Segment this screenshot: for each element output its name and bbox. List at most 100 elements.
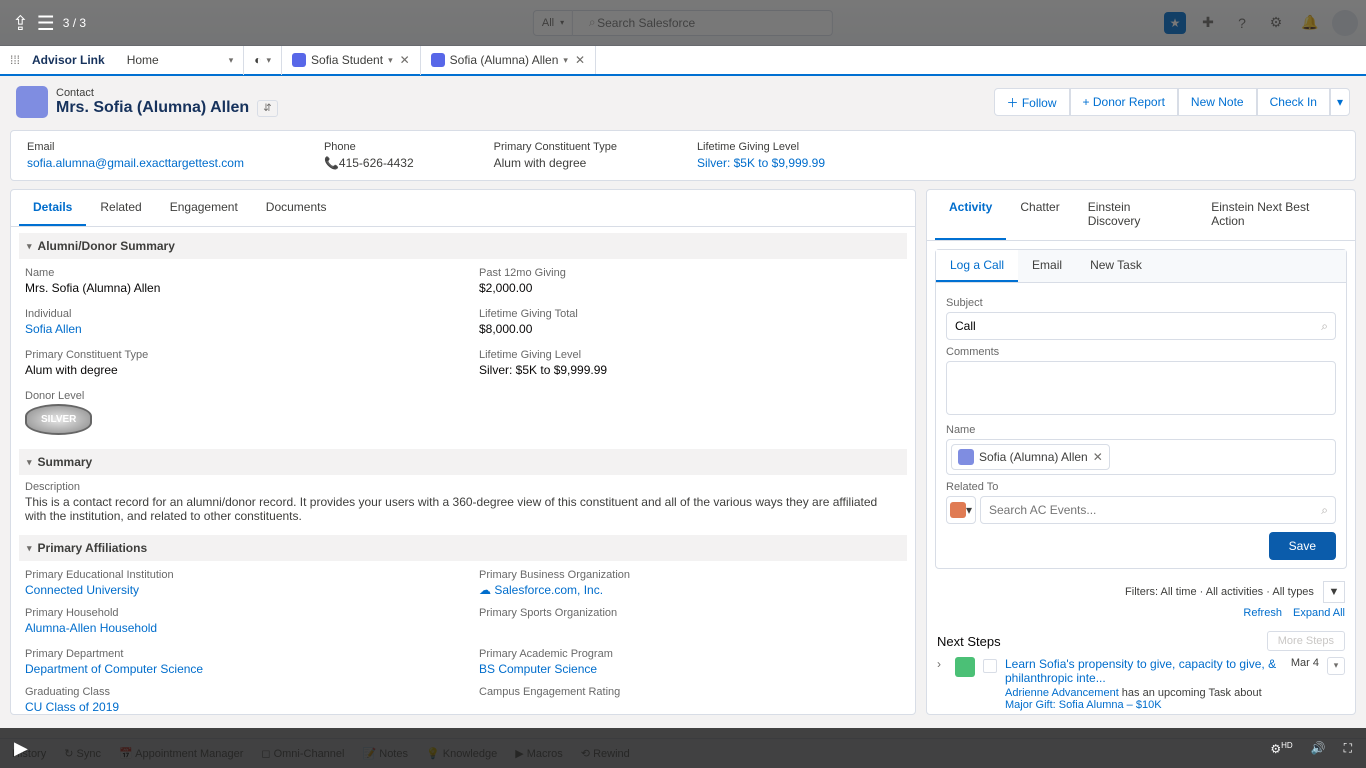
composer-tab-new-task[interactable]: New Task xyxy=(1076,250,1156,282)
user-avatar[interactable] xyxy=(1332,10,1358,36)
nav-tab-home[interactable]: Home ▾ xyxy=(117,45,245,75)
pct-value: Alum with degree xyxy=(494,156,587,170)
contact-icon xyxy=(292,53,306,67)
expand-icon[interactable]: › xyxy=(937,657,947,711)
hierarchy-icon[interactable]: ⇵ xyxy=(257,100,277,117)
tab-related[interactable]: Related xyxy=(86,190,155,226)
more-steps-button[interactable]: More Steps xyxy=(1267,631,1345,651)
add-icon[interactable]: ✚ xyxy=(1196,11,1220,35)
related-to-label: Related To xyxy=(946,481,1336,493)
phone-value[interactable]: 📞415-626-4432 xyxy=(324,156,414,170)
fullscreen-icon[interactable]: ⛶ xyxy=(1344,741,1352,756)
global-search-input[interactable] xyxy=(573,10,833,36)
volume-icon[interactable]: 🔊 xyxy=(1311,741,1326,755)
save-button[interactable]: Save xyxy=(1269,532,1336,560)
global-header: All ⌕ ★ ✚ ? ⚙ 🔔 xyxy=(0,0,1366,46)
field-value: Alum with degree xyxy=(25,363,447,380)
nav-tab-sofia-student[interactable]: Sofia Student▾✕ xyxy=(282,45,421,75)
field-value: Silver: $5K to $9,999.99 xyxy=(479,363,901,380)
tab-activity[interactable]: Activity xyxy=(935,190,1006,240)
field-link[interactable]: BS Computer Science xyxy=(479,662,597,676)
search-icon: ⌕ xyxy=(589,15,596,30)
section-header[interactable]: Primary Affiliations xyxy=(19,535,907,561)
field-value: $8,000.00 xyxy=(479,322,901,339)
new-note-button[interactable]: New Note xyxy=(1178,88,1257,116)
field-value: Mrs. Sofia (Alumna) Allen xyxy=(25,281,447,298)
comments-label: Comments xyxy=(946,346,1336,358)
lgl-link[interactable]: Silver: $5K to $9,999.99 xyxy=(697,156,825,170)
chevron-down-icon[interactable]: ▾ xyxy=(229,55,234,66)
field-value xyxy=(479,621,901,638)
tab-einstein-discovery[interactable]: Einstein Discovery xyxy=(1074,190,1198,240)
close-icon[interactable]: ✕ xyxy=(575,53,585,67)
contact-icon xyxy=(431,53,445,67)
field-link[interactable]: Sofia Allen xyxy=(25,322,82,336)
expand-all-link[interactable]: Expand All xyxy=(1293,607,1345,619)
donor-report-button[interactable]: + Donor Report xyxy=(1070,88,1178,116)
tab-documents[interactable]: Documents xyxy=(252,190,341,226)
tab-engagement[interactable]: Engagement xyxy=(156,190,252,226)
field-link[interactable]: Alumna-Allen Household xyxy=(25,621,157,635)
composer-tab-email[interactable]: Email xyxy=(1018,250,1076,282)
section-header[interactable]: Alumni/Donor Summary xyxy=(19,233,907,259)
remove-pill-icon[interactable]: ✕ xyxy=(1093,450,1103,464)
record-header: Contact Mrs. Sofia (Alumna) Allen ⇵ ＋ Fo… xyxy=(0,76,1366,126)
task-checkbox[interactable] xyxy=(983,659,997,673)
timeline-item: › Learn Sofia's propensity to give, capa… xyxy=(927,653,1355,714)
close-icon[interactable]: ✕ xyxy=(400,53,410,67)
next-steps-label: Next Steps xyxy=(937,634,1001,649)
timeline-date: Mar 4 xyxy=(1291,657,1319,711)
setup-gear-icon[interactable]: ⚙ xyxy=(1264,11,1288,35)
refresh-link[interactable]: Refresh xyxy=(1243,607,1282,619)
highlights-panel: Emailsofia.alumna@gmail.exacttargettest.… xyxy=(10,130,1356,181)
settings-icon[interactable]: ⚙HD xyxy=(1270,741,1292,756)
field-value xyxy=(479,700,901,714)
detail-tabset: Details Related Engagement Documents xyxy=(11,190,915,227)
comments-input[interactable] xyxy=(946,361,1336,415)
donor-level-badge: SILVER xyxy=(25,404,92,435)
subject-label: Subject xyxy=(946,297,1336,309)
filter-icon[interactable]: ▼ xyxy=(1323,581,1345,603)
description-text: This is a contact record for an alumni/d… xyxy=(25,495,901,523)
activity-tabset: Activity Chatter Einstein Discovery Eins… xyxy=(927,190,1355,241)
app-launcher-icon[interactable]: ⁞⁞⁞ xyxy=(0,53,30,67)
contact-icon xyxy=(16,86,48,118)
event-icon xyxy=(950,502,966,518)
app-name: Advisor Link xyxy=(30,53,117,67)
field-link[interactable]: CU Class of 2019 xyxy=(25,700,119,714)
nav-tab-split[interactable]: ◐▾ xyxy=(244,45,282,75)
related-to-input[interactable] xyxy=(980,496,1336,524)
timeline-menu-button[interactable]: ▾ xyxy=(1327,657,1345,675)
search-icon[interactable]: ⌕ xyxy=(1321,503,1328,518)
section-header[interactable]: Summary xyxy=(19,449,907,475)
play-icon[interactable]: ▶ xyxy=(14,738,28,759)
related-object-picker[interactable]: ▾ xyxy=(946,496,976,524)
tab-chatter[interactable]: Chatter xyxy=(1006,190,1073,240)
check-in-button[interactable]: Check In xyxy=(1257,88,1330,116)
email-link[interactable]: sofia.alumna@gmail.exacttargettest.com xyxy=(27,156,244,170)
object-label: Contact xyxy=(56,87,278,99)
field-link[interactable]: Connected University xyxy=(25,583,139,597)
task-icon xyxy=(955,657,975,677)
composer-tab-log-call[interactable]: Log a Call xyxy=(936,250,1018,282)
tab-einstein-nba[interactable]: Einstein Next Best Action xyxy=(1197,190,1355,240)
field-value: $2,000.00 xyxy=(479,281,901,298)
search-icon[interactable]: ⌕ xyxy=(1321,319,1328,334)
subject-input[interactable] xyxy=(946,312,1336,340)
field-link[interactable]: Department of Computer Science xyxy=(25,662,203,676)
name-lookup[interactable]: Sofia (Alumna) Allen✕ xyxy=(946,439,1336,475)
timeline-title[interactable]: Learn Sofia's propensity to give, capaci… xyxy=(1005,657,1276,685)
field-link[interactable]: ☁ Salesforce.com, Inc. xyxy=(479,583,603,597)
nav-tab-sofia-alumna[interactable]: Sofia (Alumna) Allen▾✕ xyxy=(421,44,596,74)
app-navbar: ⁞⁞⁞ Advisor Link Home ▾ ◐▾ Sofia Student… xyxy=(0,46,1366,76)
search-scope-button[interactable]: All xyxy=(533,10,573,36)
help-icon[interactable]: ? xyxy=(1230,11,1254,35)
name-pill[interactable]: Sofia (Alumna) Allen✕ xyxy=(951,444,1110,470)
tab-details[interactable]: Details xyxy=(19,190,86,226)
name-label: Name xyxy=(946,424,1336,436)
more-actions-button[interactable]: ▾ xyxy=(1330,88,1350,116)
contact-icon xyxy=(958,449,974,465)
follow-button[interactable]: ＋ Follow xyxy=(994,88,1070,116)
notifications-icon[interactable]: 🔔 xyxy=(1298,11,1322,35)
favorites-icon[interactable]: ★ xyxy=(1164,12,1186,34)
